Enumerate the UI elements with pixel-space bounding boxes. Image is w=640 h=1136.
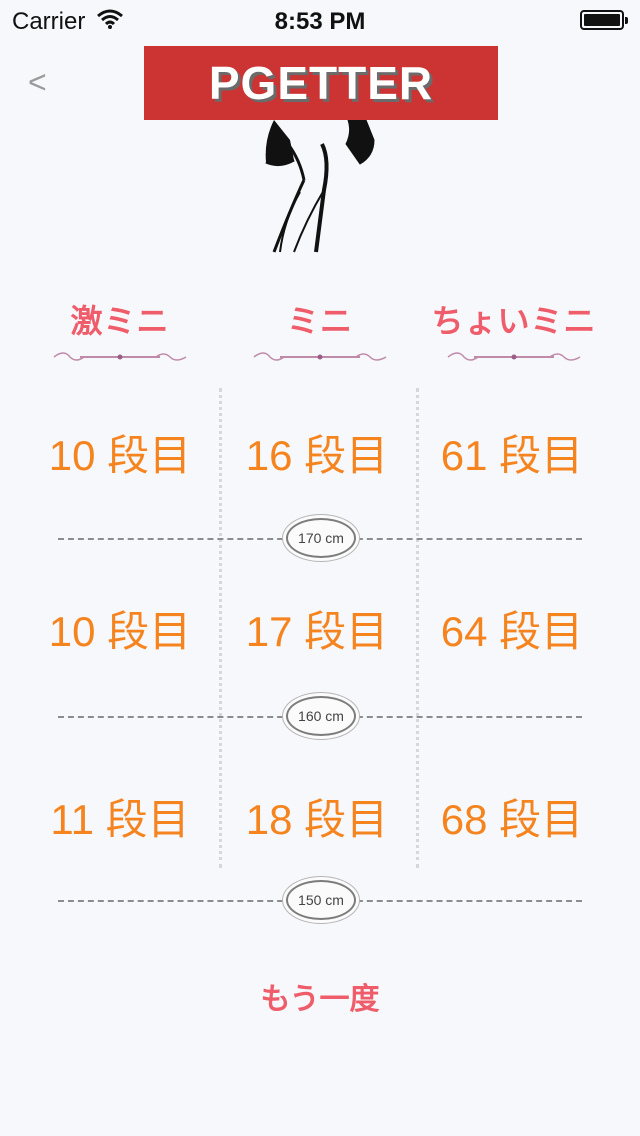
table-cell: 10 段目 [48, 432, 192, 479]
app-logo: PGETTER [144, 46, 498, 120]
height-badge: 160 cm [286, 696, 356, 736]
table-cell: 10 段目 [48, 608, 192, 655]
height-badge-label: 170 cm [298, 530, 344, 546]
height-badge-label: 160 cm [298, 708, 344, 724]
table-cell: 64 段目 [440, 608, 584, 655]
table-cell: 18 段目 [245, 796, 389, 843]
back-button[interactable]: < [28, 64, 47, 101]
clock: 8:53 PM [274, 8, 366, 35]
column-header-mini: ミニ [230, 296, 410, 364]
table-cell: 11 段目 [50, 796, 190, 843]
table-cell: 16 段目 [245, 432, 389, 479]
ornament-divider-icon [53, 352, 187, 361]
height-badge: 170 cm [286, 518, 356, 558]
table-cell: 68 段目 [440, 796, 584, 843]
height-badge: 150 cm [286, 880, 356, 920]
skirt-illustration-icon [265, 120, 375, 253]
retry-button[interactable]: もう一度 [0, 974, 640, 1018]
status-bar: Carrier 8:53 PM [0, 0, 640, 40]
table-cell: 61 段目 [440, 432, 584, 479]
ornament-divider-icon [447, 352, 581, 361]
column-label: ミニ [286, 303, 353, 339]
ornament-divider-icon [253, 352, 387, 361]
table-cell: 17 段目 [245, 608, 389, 655]
battery-icon [580, 10, 628, 30]
column-header-geki-mini: 激ミニ [30, 296, 210, 364]
height-badge-label: 150 cm [298, 892, 344, 908]
column-label: ちょいミニ [431, 303, 597, 339]
logo-text: PGETTER [208, 57, 434, 109]
column-label: 激ミニ [70, 303, 170, 339]
column-header-choi-mini: ちょいミニ [424, 296, 604, 364]
